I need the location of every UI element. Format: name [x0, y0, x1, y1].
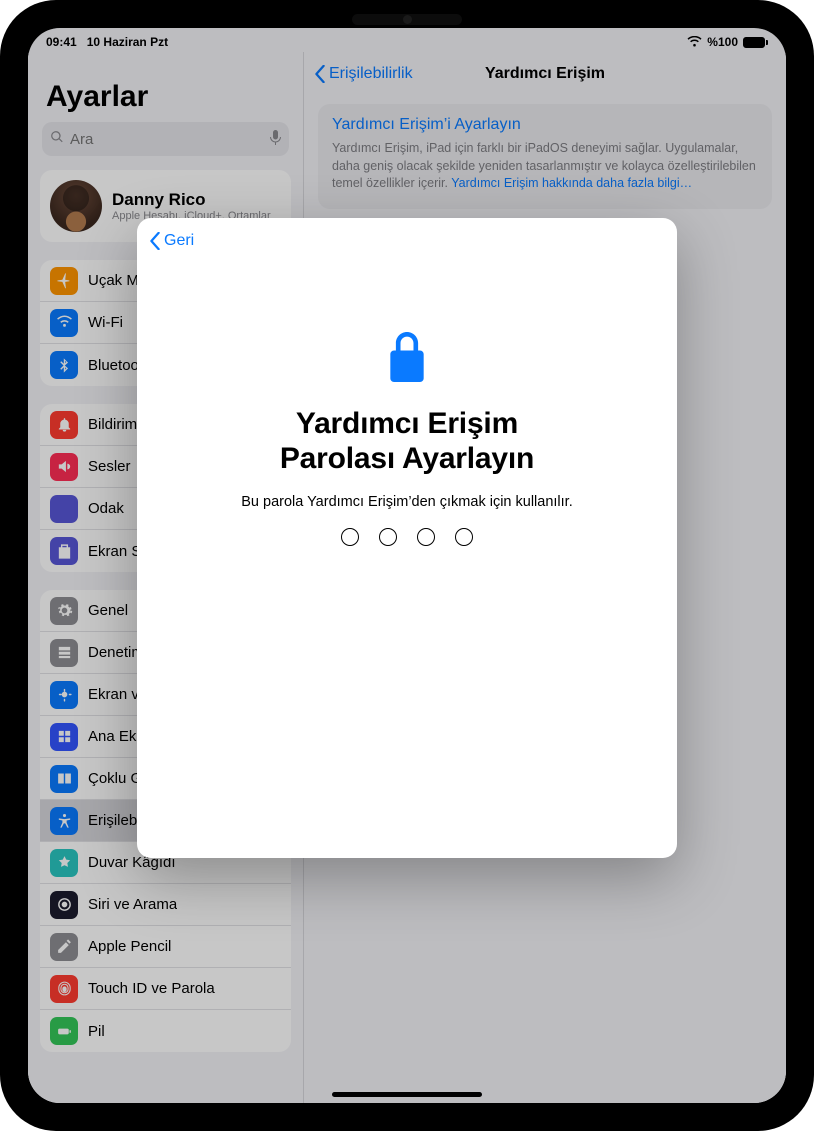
- passcode-dot: [341, 528, 359, 546]
- modal-title-line1: Yardımcı Erişim: [280, 407, 534, 442]
- modal-back-button[interactable]: Geri: [149, 232, 194, 250]
- modal-title-line2: Parolası Ayarlayın: [280, 442, 534, 477]
- camera-notch: [352, 14, 462, 25]
- ipad-frame: 09:41 10 Haziran Pzt %100 Ayarlar: [0, 0, 814, 1131]
- lock-icon: [386, 332, 428, 387]
- modal-back-label: Geri: [164, 232, 194, 250]
- modal-subtitle: Bu parola Yardımcı Erişim’den çıkmak içi…: [241, 494, 572, 510]
- passcode-dot: [417, 528, 435, 546]
- passcode-modal: Geri Yardımcı Erişim Parolası Ayarlayın …: [137, 218, 677, 858]
- screen: 09:41 10 Haziran Pzt %100 Ayarlar: [28, 28, 786, 1103]
- front-camera: [403, 15, 412, 24]
- chevron-left-icon: [149, 232, 161, 250]
- passcode-dots: [341, 528, 473, 546]
- modal-body: Yardımcı Erişim Parolası Ayarlayın Bu pa…: [137, 264, 677, 858]
- passcode-dot: [455, 528, 473, 546]
- home-indicator: [332, 1092, 482, 1097]
- modal-title: Yardımcı Erişim Parolası Ayarlayın: [280, 407, 534, 476]
- passcode-dot: [379, 528, 397, 546]
- modal-nav: Geri: [137, 218, 677, 264]
